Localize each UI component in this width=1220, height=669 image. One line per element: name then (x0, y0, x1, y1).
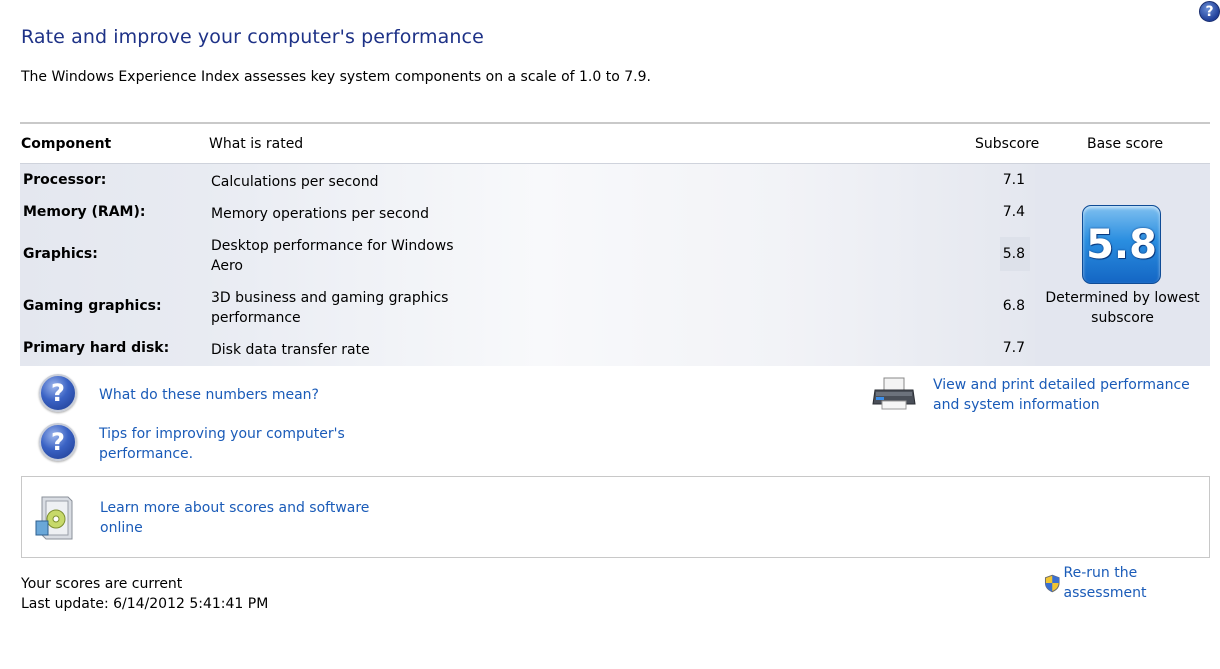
table-row: Gaming graphics: 3D business and gaming … (20, 288, 1035, 328)
printer-icon (872, 377, 916, 410)
base-score-panel: 5.8 Determined by lowest subscore (1035, 164, 1210, 366)
learn-more-box: Learn more about scores and software onl… (21, 476, 1210, 558)
row-subscore: 7.4 (1002, 204, 1025, 220)
header-subscore: Subscore (975, 136, 1040, 152)
help-icon[interactable]: ? (1199, 1, 1220, 22)
performance-page: ? Rate and improve your computer's perfo… (0, 0, 1220, 669)
rerun-assessment-label[interactable]: Re-run the assessment (1064, 563, 1220, 603)
row-subscore: 6.8 (1002, 298, 1025, 314)
row-component: Processor: (23, 172, 107, 188)
view-print-details-link[interactable]: View and print detailed performance and … (933, 375, 1213, 415)
row-what: Desktop performance for Windows Aero (211, 238, 454, 274)
table-header: Component What is rated Subscore Base sc… (20, 124, 1210, 164)
learn-more-online-link[interactable]: Learn more about scores and software onl… (100, 498, 370, 538)
row-component: Primary hard disk: (23, 340, 170, 356)
row-what: 3D business and gaming graphics performa… (211, 290, 449, 326)
uac-shield-icon (1044, 574, 1060, 592)
question-icon: ? (39, 374, 77, 412)
scores-table: Component What is rated Subscore Base sc… (20, 122, 1210, 366)
row-component: Memory (RAM): (23, 204, 146, 220)
page-description: The Windows Experience Index assesses ke… (21, 69, 651, 85)
header-base-score: Base score (1087, 136, 1164, 152)
header-what-is-rated: What is rated (209, 136, 304, 152)
status-block: Your scores are current Last update: 6/1… (21, 574, 268, 614)
scores-current-text: Your scores are current (21, 576, 183, 592)
rerun-assessment-button[interactable]: Re-run the assessment (1044, 565, 1220, 601)
header-component: Component (21, 136, 112, 152)
question-icon: ? (39, 423, 77, 461)
table-row: Primary hard disk: Disk data transfer ra… (20, 340, 1035, 362)
row-component: Gaming graphics: (23, 298, 162, 314)
row-component: Graphics: (23, 246, 98, 262)
row-subscore: 7.1 (1002, 172, 1025, 188)
tips-link[interactable]: Tips for improving your computer's perfo… (99, 424, 359, 464)
last-update-text: Last update: 6/14/2012 5:41:41 PM (21, 596, 269, 612)
row-what: Memory operations per second (211, 206, 429, 222)
base-score-badge: 5.8 (1082, 205, 1161, 284)
page-title: Rate and improve your computer's perform… (21, 26, 484, 48)
table-row: Processor: Calculations per second 7.1 (20, 172, 1035, 194)
row-what: Calculations per second (211, 174, 379, 190)
base-score-note: Determined by lowest subscore (1045, 290, 1200, 326)
software-box-icon (35, 496, 73, 540)
numbers-meaning-link[interactable]: What do these numbers mean? (99, 385, 319, 405)
table-row: Graphics: Desktop performance for Window… (20, 236, 1035, 276)
table-body: Processor: Calculations per second 7.1 M… (20, 164, 1035, 366)
row-what: Disk data transfer rate (211, 342, 370, 358)
row-subscore: 7.7 (1002, 340, 1025, 356)
row-subscore: 5.8 (1002, 246, 1025, 262)
table-row: Memory (RAM): Memory operations per seco… (20, 204, 1035, 226)
